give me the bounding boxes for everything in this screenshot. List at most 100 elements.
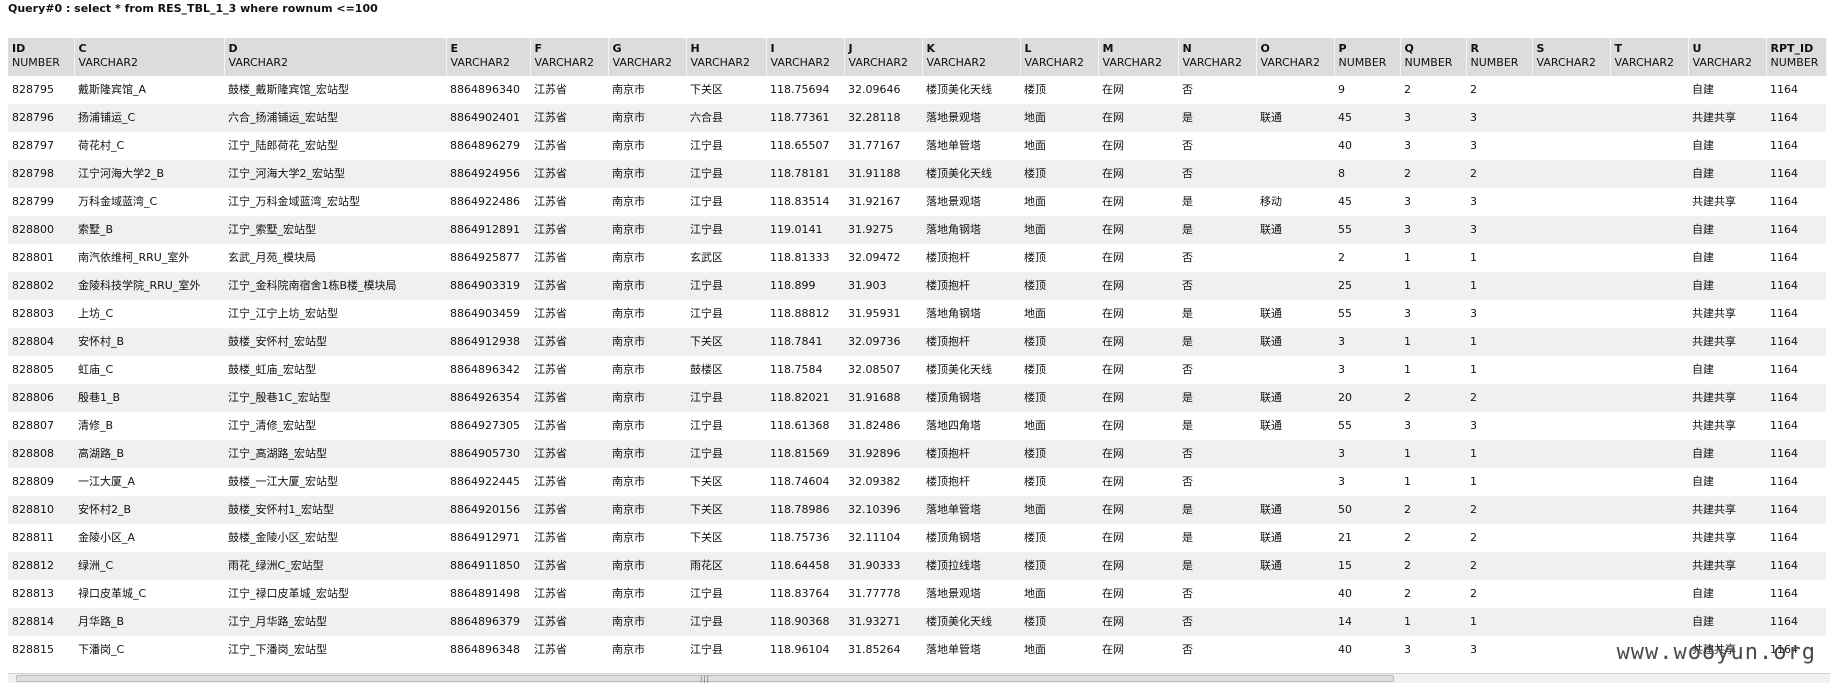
table-row[interactable]: 828809 一江大厦_A 鼓楼_一江大厦_宏站型 8864922445 江苏省 南京市下… [8, 468, 1826, 496]
table-cell: 万科金域蓝湾_C [74, 188, 224, 216]
table-cell: 31.92167 [844, 188, 922, 216]
table-cell: 118.64458 [766, 552, 844, 580]
table-cell: 共建共享 [1688, 104, 1766, 132]
column-type: VARCHAR2 [612, 56, 673, 69]
table-cell: 江宁县 [686, 188, 766, 216]
table-cell: 1 [1466, 328, 1532, 356]
column-header-p[interactable]: P NUMBER [1334, 38, 1401, 76]
table-cell: 45 [1334, 104, 1400, 132]
table-row[interactable]: 828801 南汽依维柯_RRU_室外 玄武_月苑_模块局 8864925877 江苏省… [8, 244, 1826, 272]
table-row[interactable]: 828811 金陵小区_A 鼓楼_金陵小区_宏站型 8864912971 江苏省 南京市下… [8, 524, 1826, 552]
table-cell: 鼓楼_金陵小区_宏站型 [224, 524, 446, 552]
table-row[interactable]: 828813 禄口皮革城_C 江宁_禄口皮革城_宏站型 8864891498 江苏省 南京… [8, 580, 1826, 608]
table-cell: 在网 [1098, 412, 1178, 440]
column-header-m[interactable]: M VARCHAR2 [1098, 38, 1179, 76]
table-cell [1256, 440, 1334, 468]
column-header-f[interactable]: F VARCHAR2 [530, 38, 609, 76]
table-cell: 118.82021 [766, 384, 844, 412]
column-name: U [1692, 42, 1702, 55]
table-cell [1532, 552, 1610, 580]
table-cell: 828801 [8, 244, 74, 272]
table-cell: 40 [1334, 580, 1400, 608]
table-cell [1610, 580, 1688, 608]
table-cell: 25 [1334, 272, 1400, 300]
table-cell: 南京市 [608, 300, 686, 328]
table-cell: 安怀村2_B [74, 496, 224, 524]
column-header-r[interactable]: R NUMBER [1466, 38, 1533, 76]
table-cell: 118.61368 [766, 412, 844, 440]
table-cell: 高湖路_B [74, 440, 224, 468]
table-cell: 828795 [8, 76, 74, 104]
table-row[interactable]: 828810 安怀村2_B 鼓楼_安怀村1_宏站型 8864920156 江苏省 南京市下… [8, 496, 1826, 524]
query-result-page: Query#0 : select * from RES_TBL_1_3 wher… [0, 0, 1830, 683]
table-cell [1256, 244, 1334, 272]
column-header-d[interactable]: D VARCHAR2 [224, 38, 447, 76]
column-header-o[interactable]: O VARCHAR2 [1256, 38, 1335, 76]
table-row[interactable]: 828796 扬浦铺运_C 六合_扬浦铺运_宏站型 8864902401 江苏省 南京市六… [8, 104, 1826, 132]
table-cell [1610, 412, 1688, 440]
column-type: VARCHAR2 [1182, 56, 1243, 69]
column-header-i[interactable]: I VARCHAR2 [766, 38, 845, 76]
table-row[interactable]: 828812 绿洲_C 雨花_绿洲C_宏站型 8864911850 江苏省 南京市 雨花区 1… [8, 552, 1826, 580]
table-cell: 21 [1334, 524, 1400, 552]
table-row[interactable]: 828804 安怀村_B 鼓楼_安怀村_宏站型 8864912938 江苏省 南京市 下关区… [8, 328, 1826, 356]
table-cell [1610, 216, 1688, 244]
column-header-n[interactable]: N VARCHAR2 [1178, 38, 1257, 76]
column-name: M [1102, 42, 1114, 55]
table-cell: 江宁县 [686, 132, 766, 160]
table-cell: 2 [1400, 524, 1466, 552]
table-row[interactable]: 828808 高湖路_B 江宁_高湖路_宏站型 8864905730 江苏省 南京市 江宁县… [8, 440, 1826, 468]
column-header-t[interactable]: T VARCHAR2 [1610, 38, 1689, 76]
column-header-u[interactable]: U VARCHAR2 [1688, 38, 1767, 76]
table-cell: 3 [1466, 132, 1532, 160]
column-header-k[interactable]: K VARCHAR2 [922, 38, 1021, 76]
table-cell: 楼顶角钢塔 [922, 384, 1020, 412]
column-header-rpt-id[interactable]: RPT_ID NUMBER [1766, 38, 1827, 76]
column-header-h[interactable]: H VARCHAR2 [686, 38, 767, 76]
column-header-q[interactable]: Q NUMBER [1400, 38, 1467, 76]
column-type: VARCHAR2 [78, 56, 139, 69]
table-row[interactable]: 828798 江宁河海大学2_B 江宁_河海大学2_宏站型 8864924956 江苏省… [8, 160, 1826, 188]
grip-icon: ||| [699, 675, 711, 683]
table-cell: 楼顶抱杆 [922, 440, 1020, 468]
results-table-viewport[interactable]: ID NUMBER C VARCHAR2 D VARCHAR2 E VARCHAR2 F VARC… [8, 38, 1830, 664]
column-header-id[interactable]: ID NUMBER [8, 38, 75, 76]
table-cell [1610, 300, 1688, 328]
table-cell: 自建 [1688, 580, 1766, 608]
horizontal-scrollbar[interactable]: ||| [8, 673, 1830, 683]
column-type: VARCHAR2 [1692, 56, 1753, 69]
column-header-j[interactable]: J VARCHAR2 [844, 38, 923, 76]
scrollbar-thumb[interactable]: ||| [16, 675, 1394, 683]
column-header-l[interactable]: L VARCHAR2 [1020, 38, 1099, 76]
table-row[interactable]: 828803 上坊_C 江宁_江宁上坊_宏站型 8864903459 江苏省 南京市 江宁县… [8, 300, 1826, 328]
table-row[interactable]: 828802 金陵科技学院_RRU_室外 江宁_金科院南宿舍1栋B楼_模块局 8864… [8, 272, 1826, 300]
table-cell: 在网 [1098, 244, 1178, 272]
table-cell: 在网 [1098, 636, 1178, 664]
table-cell: 8864903459 [446, 300, 530, 328]
table-cell [1532, 440, 1610, 468]
table-cell: 南京市 [608, 608, 686, 636]
column-header-c[interactable]: C VARCHAR2 [74, 38, 225, 76]
column-header-s[interactable]: S VARCHAR2 [1532, 38, 1611, 76]
table-cell [1610, 76, 1688, 104]
table-row[interactable]: 828806 殷巷1_B 江宁_殷巷1C_宏站型 8864926354 江苏省 南京市 江宁… [8, 384, 1826, 412]
column-header-g[interactable]: G VARCHAR2 [608, 38, 687, 76]
table-cell: 南京市 [608, 160, 686, 188]
table-row[interactable]: 828807 清修_B 江宁_清修_宏站型 8864927305 江苏省 南京市 江宁县 11… [8, 412, 1826, 440]
table-row[interactable]: 828795 戴斯隆宾馆_A 鼓楼_戴斯隆宾馆_宏站型 8864896340 江苏省 南京… [8, 76, 1826, 104]
table-row[interactable]: 828799 万科金域蓝湾_C 江宁_万科金域蓝湾_宏站型 8864922486 江苏省… [8, 188, 1826, 216]
table-cell: 是 [1178, 412, 1256, 440]
table-row[interactable]: 828797 荷花村_C 江宁_陆郎荷花_宏站型 8864896279 江苏省 南京市 江宁… [8, 132, 1826, 160]
table-row[interactable]: 828805 虹庙_C 鼓楼_虹庙_宏站型 8864896342 江苏省 南京市 鼓楼区 11… [8, 356, 1826, 384]
table-cell: 南汽依维柯_RRU_室外 [74, 244, 224, 272]
table-row[interactable]: 828814 月华路_B 江宁_月华路_宏站型 8864896379 江苏省 南京市 江宁县… [8, 608, 1826, 636]
table-cell [1256, 468, 1334, 496]
table-cell: 一江大厦_A [74, 468, 224, 496]
table-row[interactable]: 828800 索墅_B 江宁_索墅_宏站型 8864912891 江苏省 南京市 江宁县 11… [8, 216, 1826, 244]
table-cell: 共建共享 [1688, 552, 1766, 580]
column-header-e[interactable]: E VARCHAR2 [446, 38, 531, 76]
table-row[interactable]: 828815 下潘岗_C 江宁_下潘岗_宏站型 8864896348 江苏省 南京市 江宁县… [8, 636, 1826, 664]
table-cell: 在网 [1098, 76, 1178, 104]
table-cell: 江苏省 [530, 160, 608, 188]
table-cell: 45 [1334, 188, 1400, 216]
